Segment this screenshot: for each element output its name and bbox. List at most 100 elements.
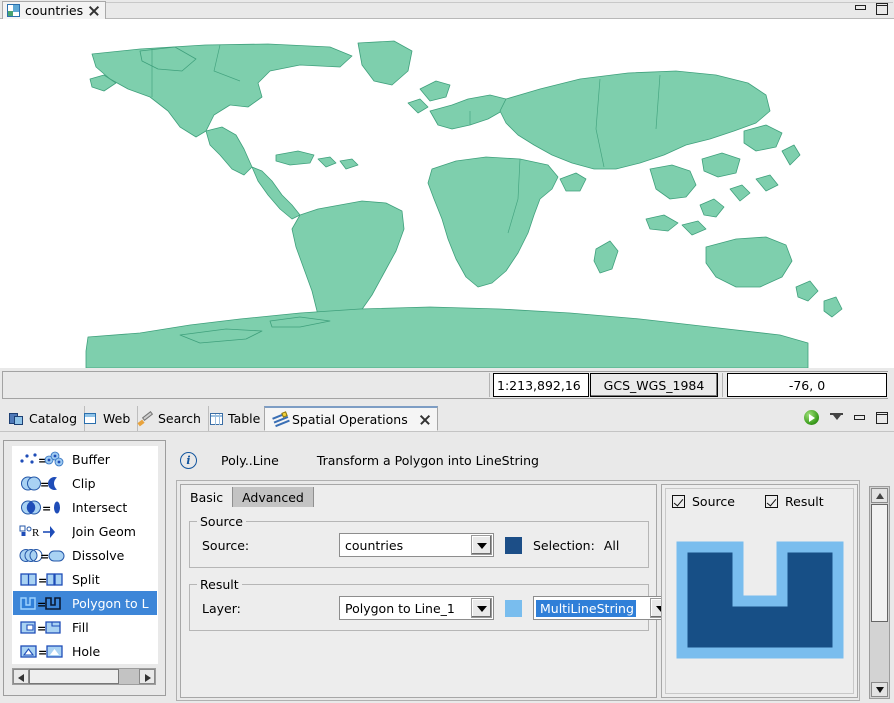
tab-search-label: Search	[158, 411, 201, 426]
scroll-thumb[interactable]	[29, 669, 120, 684]
editor-tab-bar: countries	[0, 0, 894, 19]
editor-tab-label: countries	[25, 2, 84, 18]
tab-table[interactable]: Table	[203, 406, 269, 431]
intersect-op-icon: =	[19, 499, 65, 516]
search-pencil-icon	[138, 412, 153, 426]
editor-tab-countries[interactable]: countries	[2, 1, 107, 19]
checkbox-source[interactable]: Source	[672, 494, 765, 509]
preview-shape-graphic	[676, 541, 844, 659]
selection-label: Selection:	[533, 537, 595, 553]
fill-op-icon: =	[19, 619, 65, 636]
tab-spatial-operations[interactable]: Spatial Operations	[264, 406, 438, 431]
map-layer-icon	[7, 4, 20, 17]
result-layer-value: Polygon to Line_1	[345, 600, 455, 616]
world-map-graphic	[85, 40, 843, 368]
operation-item-intersect[interactable]: = Intersect	[13, 495, 157, 519]
view-tab-bar: Catalog Web Search Table Spatial Operati…	[0, 404, 894, 432]
geometry-type-combo[interactable]: MultiLineString	[533, 596, 673, 620]
tab-catalog[interactable]: Catalog	[2, 406, 86, 431]
checkbox-result[interactable]: Result	[765, 494, 824, 509]
operation-item-fill[interactable]: = Fill	[13, 615, 157, 639]
spatial-operations-icon	[272, 412, 287, 426]
hole-op-icon: =	[19, 643, 65, 660]
close-icon[interactable]	[419, 414, 430, 425]
operation-item-join-geom[interactable]: R Join Geom	[13, 519, 157, 543]
operation-item-split[interactable]: = Split	[13, 567, 157, 591]
result-color-swatch[interactable]	[505, 599, 522, 617]
tab-advanced[interactable]: Advanced	[232, 487, 314, 507]
dissolve-op-icon: =	[19, 547, 65, 564]
spatial-operations-view: = Buffer = Clip = Intersect R Join Geom …	[0, 432, 894, 703]
operation-item-hole[interactable]: = Hole	[13, 639, 157, 663]
polygon-to-line-op-icon: =	[19, 595, 65, 612]
scroll-thumb[interactable]	[871, 504, 888, 622]
clip-op-icon: =	[19, 475, 65, 492]
maximize-icon[interactable]	[876, 3, 888, 15]
result-group-title: Result	[197, 577, 242, 592]
operations-list[interactable]: = Buffer = Clip = Intersect R Join Geom …	[12, 446, 158, 664]
operation-label: Intersect	[72, 499, 128, 515]
operation-item-dissolve[interactable]: = Dissolve	[13, 543, 157, 567]
view-vertical-scrollbar[interactable]	[869, 486, 890, 699]
operation-item-polygon-to-line[interactable]: = Polygon to L	[13, 591, 157, 615]
application-window: countries 1:213,892,16 GCS_WGS_1984 -76,…	[0, 0, 894, 703]
scroll-up-arrow-icon[interactable]	[871, 488, 888, 503]
scroll-down-arrow-icon[interactable]	[871, 682, 888, 697]
status-separator-1	[489, 373, 490, 397]
map-status-bar: 1:213,892,16 GCS_WGS_1984 -76, 0	[0, 368, 894, 404]
operation-label: Fill	[72, 619, 89, 635]
result-group: Result Layer: Polygon to Line_1 MultiLin…	[189, 577, 673, 631]
table-icon	[210, 412, 223, 425]
minimize-icon[interactable]	[855, 3, 866, 13]
scroll-left-arrow-icon[interactable]	[13, 669, 29, 684]
checkbox-box[interactable]	[672, 495, 685, 508]
operation-item-buffer[interactable]: = Buffer	[13, 447, 157, 471]
join-geometry-op-icon: R	[19, 523, 65, 540]
preview-toggle-row: Source Result	[672, 494, 847, 509]
operation-label: Clip	[72, 475, 96, 491]
tab-web-label: Web	[103, 411, 131, 426]
map-canvas[interactable]	[0, 19, 894, 368]
svg-text:=: =	[38, 574, 47, 587]
svg-text:=: =	[42, 502, 51, 515]
source-combo[interactable]: countries	[339, 533, 494, 557]
operation-label: Split	[72, 571, 100, 587]
operation-label: Polygon to L	[72, 595, 149, 611]
operation-item-clip[interactable]: = Clip	[13, 471, 157, 495]
result-layer-combo[interactable]: Polygon to Line_1	[339, 596, 494, 620]
tab-search[interactable]: Search	[131, 406, 209, 431]
selection-value: All	[603, 537, 620, 553]
chevron-down-icon[interactable]	[830, 413, 843, 422]
svg-text:=: =	[40, 550, 49, 563]
svg-text:=: =	[40, 478, 49, 491]
scroll-track[interactable]	[29, 669, 139, 684]
minimize-icon[interactable]	[854, 413, 865, 423]
tab-basic[interactable]: Basic	[181, 487, 233, 507]
map-crs-button[interactable]: GCS_WGS_1984	[590, 373, 718, 397]
scroll-right-arrow-icon[interactable]	[139, 669, 155, 684]
tab-spatial-operations-label: Spatial Operations	[292, 411, 408, 427]
source-combo-value: countries	[345, 537, 404, 553]
source-label: Source:	[202, 537, 250, 553]
map-scale-field[interactable]: 1:213,892,16	[493, 373, 589, 397]
view-toolbar	[804, 410, 888, 425]
tab-web[interactable]: Web	[76, 406, 139, 431]
geometry-type-value: MultiLineString	[536, 599, 636, 617]
operations-horizontal-scrollbar[interactable]	[12, 668, 156, 685]
play-run-icon[interactable]	[804, 410, 819, 425]
maximize-icon[interactable]	[876, 411, 888, 424]
split-op-icon: =	[19, 571, 65, 588]
operation-form: Basic Advanced Source Source: countries	[180, 484, 673, 698]
status-separator-2	[722, 373, 723, 397]
chevron-down-icon[interactable]	[471, 535, 492, 555]
operations-panel: = Buffer = Clip = Intersect R Join Geom …	[3, 440, 166, 696]
info-icon: i	[180, 451, 197, 469]
close-icon[interactable]	[88, 5, 99, 16]
operation-info-bar: i Poly..Line Transform a Polygon into Li…	[180, 446, 870, 474]
chevron-down-icon[interactable]	[471, 598, 492, 618]
buffer-op-icon: =	[19, 451, 65, 468]
operation-name: Poly..Line	[221, 452, 279, 468]
source-color-swatch[interactable]	[505, 536, 522, 554]
operation-label: Buffer	[72, 451, 110, 467]
checkbox-box[interactable]	[765, 495, 778, 508]
